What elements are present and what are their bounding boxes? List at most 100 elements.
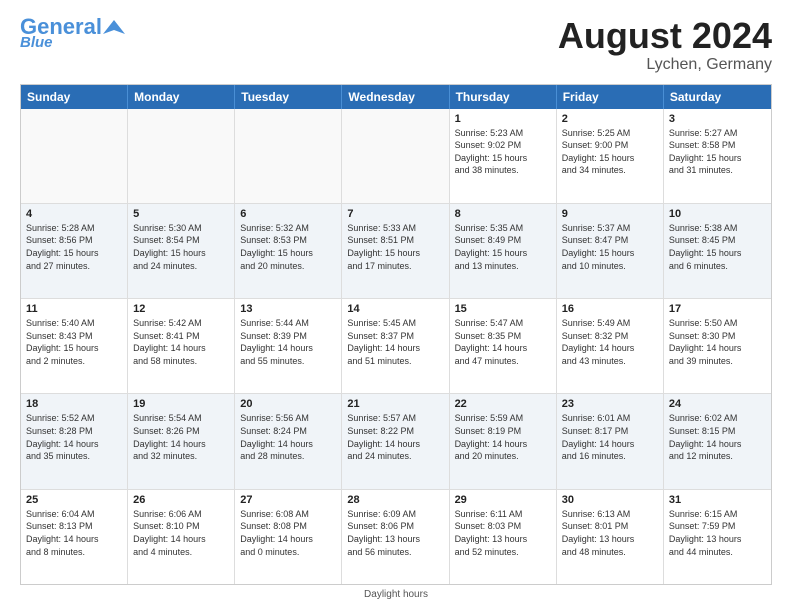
cell-detail: Sunrise: 5:33 AM Sunset: 8:51 PM Dayligh… <box>347 222 443 272</box>
day-number: 10 <box>669 208 766 220</box>
cal-cell-empty-0-1 <box>128 109 235 203</box>
cal-cell-21: 21 Sunrise: 5:57 AM Sunset: 8:22 PM Dayli… <box>342 394 449 488</box>
day-number: 25 <box>26 494 122 506</box>
cell-detail: Sunrise: 6:01 AM Sunset: 8:17 PM Dayligh… <box>562 412 658 462</box>
month-year: August 2024 <box>558 16 772 56</box>
cal-cell-22: 22Sunrise: 5:59 AM Sunset: 8:19 PM Dayli… <box>450 394 557 488</box>
cell-detail: Sunrise: 6:11 AM Sunset: 8:03 PM Dayligh… <box>455 508 551 558</box>
cal-cell-15: 15 Sunrise: 5:47 AM Sunset: 8:35 PM Dayli… <box>450 299 557 393</box>
day-number: 2 <box>562 113 658 125</box>
cal-cell-18: 18 Sunrise: 5:52 AM Sunset: 8:28 PM Dayli… <box>21 394 128 488</box>
day-number: 5 <box>133 208 229 220</box>
cell-detail: Sunrise: 6:06 AM Sunset: 8:10 PM Dayligh… <box>133 508 229 558</box>
cell-detail: Sunrise: 5:42 AM Sunset: 8:41 PM Dayligh… <box>133 317 229 367</box>
cell-detail: Sunrise: 5:44 AM Sunset: 8:39 PM Dayligh… <box>240 317 336 367</box>
day-number: 16 <box>562 303 658 315</box>
day-number: 7 <box>347 208 443 220</box>
day-number: 27 <box>240 494 336 506</box>
cal-cell-3: 3Sunrise: 5:27 AM Sunset: 8:58 PM Daylig… <box>664 109 771 203</box>
cal-cell-13: 13Sunrise: 5:44 AM Sunset: 8:39 PM Dayli… <box>235 299 342 393</box>
cal-cell-27: 27 Sunrise: 6:08 AM Sunset: 8:08 PM Dayli… <box>235 490 342 584</box>
logo: General Blue <box>20 16 125 51</box>
title-block: August 2024 Lychen, Germany <box>558 16 772 74</box>
day-number: 4 <box>26 208 122 220</box>
cell-detail: Sunrise: 5:23 AM Sunset: 9:02 PM Dayligh… <box>455 127 551 177</box>
cal-cell-19: 19Sunrise: 5:54 AM Sunset: 8:26 PM Dayli… <box>128 394 235 488</box>
cal-cell-10: 10 Sunrise: 5:38 AM Sunset: 8:45 PM Dayli… <box>664 204 771 298</box>
cell-detail: Sunrise: 5:38 AM Sunset: 8:45 PM Dayligh… <box>669 222 766 272</box>
day-number: 29 <box>455 494 551 506</box>
day-number: 23 <box>562 398 658 410</box>
cal-cell-16: 16 Sunrise: 5:49 AM Sunset: 8:32 PM Dayli… <box>557 299 664 393</box>
day-number: 1 <box>455 113 551 125</box>
day-number: 3 <box>669 113 766 125</box>
day-number: 8 <box>455 208 551 220</box>
day-number: 21 <box>347 398 443 410</box>
cell-detail: Sunrise: 6:15 AM Sunset: 7:59 PM Dayligh… <box>669 508 766 558</box>
cal-cell-24: 24Sunrise: 6:02 AM Sunset: 8:15 PM Dayli… <box>664 394 771 488</box>
cal-header-saturday: Saturday <box>664 85 771 109</box>
day-number: 24 <box>669 398 766 410</box>
cal-cell-12: 12 Sunrise: 5:42 AM Sunset: 8:41 PM Dayli… <box>128 299 235 393</box>
header: General Blue August 2024 Lychen, Germany <box>20 16 772 74</box>
day-number: 20 <box>240 398 336 410</box>
calendar: SundayMondayTuesdayWednesdayThursdayFrid… <box>20 84 772 585</box>
cell-detail: Sunrise: 5:57 AM Sunset: 8:22 PM Dayligh… <box>347 412 443 462</box>
cal-header-thursday: Thursday <box>450 85 557 109</box>
cell-detail: Sunrise: 5:45 AM Sunset: 8:37 PM Dayligh… <box>347 317 443 367</box>
cal-cell-26: 26 Sunrise: 6:06 AM Sunset: 8:10 PM Dayli… <box>128 490 235 584</box>
cell-detail: Sunrise: 5:52 AM Sunset: 8:28 PM Dayligh… <box>26 412 122 462</box>
logo-bird-icon <box>103 16 125 38</box>
calendar-header: SundayMondayTuesdayWednesdayThursdayFrid… <box>21 85 771 109</box>
day-number: 9 <box>562 208 658 220</box>
cal-week-2: 11Sunrise: 5:40 AM Sunset: 8:43 PM Dayli… <box>21 298 771 393</box>
cell-detail: Sunrise: 5:47 AM Sunset: 8:35 PM Dayligh… <box>455 317 551 367</box>
day-number: 31 <box>669 494 766 506</box>
cal-cell-20: 20Sunrise: 5:56 AM Sunset: 8:24 PM Dayli… <box>235 394 342 488</box>
day-number: 14 <box>347 303 443 315</box>
cell-detail: Sunrise: 6:04 AM Sunset: 8:13 PM Dayligh… <box>26 508 122 558</box>
cell-detail: Sunrise: 5:32 AM Sunset: 8:53 PM Dayligh… <box>240 222 336 272</box>
cell-detail: Sunrise: 5:37 AM Sunset: 8:47 PM Dayligh… <box>562 222 658 272</box>
footer-note: Daylight hours <box>20 585 772 602</box>
day-number: 26 <box>133 494 229 506</box>
cal-cell-9: 9 Sunrise: 5:37 AM Sunset: 8:47 PM Daylig… <box>557 204 664 298</box>
day-number: 6 <box>240 208 336 220</box>
location: Lychen, Germany <box>558 56 772 74</box>
cell-detail: Sunrise: 6:08 AM Sunset: 8:08 PM Dayligh… <box>240 508 336 558</box>
cal-cell-25: 25 Sunrise: 6:04 AM Sunset: 8:13 PM Dayli… <box>21 490 128 584</box>
cal-week-0: 1 Sunrise: 5:23 AM Sunset: 9:02 PM Daylig… <box>21 109 771 203</box>
cell-detail: Sunrise: 5:40 AM Sunset: 8:43 PM Dayligh… <box>26 317 122 367</box>
cal-week-4: 25 Sunrise: 6:04 AM Sunset: 8:13 PM Dayli… <box>21 489 771 584</box>
cal-cell-empty-0-0 <box>21 109 128 203</box>
cal-cell-5: 5Sunrise: 5:30 AM Sunset: 8:54 PM Daylig… <box>128 204 235 298</box>
cell-detail: Sunrise: 6:13 AM Sunset: 8:01 PM Dayligh… <box>562 508 658 558</box>
cal-header-tuesday: Tuesday <box>235 85 342 109</box>
cell-detail: Sunrise: 5:54 AM Sunset: 8:26 PM Dayligh… <box>133 412 229 462</box>
cal-cell-7: 7 Sunrise: 5:33 AM Sunset: 8:51 PM Daylig… <box>342 204 449 298</box>
day-number: 18 <box>26 398 122 410</box>
cal-week-3: 18 Sunrise: 5:52 AM Sunset: 8:28 PM Dayli… <box>21 393 771 488</box>
cal-cell-23: 23 Sunrise: 6:01 AM Sunset: 8:17 PM Dayli… <box>557 394 664 488</box>
cell-detail: Sunrise: 5:28 AM Sunset: 8:56 PM Dayligh… <box>26 222 122 272</box>
day-number: 30 <box>562 494 658 506</box>
cal-cell-empty-0-2 <box>235 109 342 203</box>
cell-detail: Sunrise: 6:09 AM Sunset: 8:06 PM Dayligh… <box>347 508 443 558</box>
cell-detail: Sunrise: 5:49 AM Sunset: 8:32 PM Dayligh… <box>562 317 658 367</box>
cal-cell-30: 30 Sunrise: 6:13 AM Sunset: 8:01 PM Dayli… <box>557 490 664 584</box>
cell-detail: Sunrise: 5:50 AM Sunset: 8:30 PM Dayligh… <box>669 317 766 367</box>
footer-note-text: Daylight hours <box>364 589 428 600</box>
day-number: 17 <box>669 303 766 315</box>
cal-week-1: 4 Sunrise: 5:28 AM Sunset: 8:56 PM Daylig… <box>21 203 771 298</box>
cell-detail: Sunrise: 5:25 AM Sunset: 9:00 PM Dayligh… <box>562 127 658 177</box>
cell-detail: Sunrise: 5:59 AM Sunset: 8:19 PM Dayligh… <box>455 412 551 462</box>
cal-header-wednesday: Wednesday <box>342 85 449 109</box>
cal-cell-17: 17 Sunrise: 5:50 AM Sunset: 8:30 PM Dayli… <box>664 299 771 393</box>
cal-cell-4: 4 Sunrise: 5:28 AM Sunset: 8:56 PM Daylig… <box>21 204 128 298</box>
cal-cell-1: 1 Sunrise: 5:23 AM Sunset: 9:02 PM Daylig… <box>450 109 557 203</box>
cal-cell-8: 8Sunrise: 5:35 AM Sunset: 8:49 PM Daylig… <box>450 204 557 298</box>
day-number: 15 <box>455 303 551 315</box>
day-number: 12 <box>133 303 229 315</box>
cal-header-friday: Friday <box>557 85 664 109</box>
day-number: 28 <box>347 494 443 506</box>
